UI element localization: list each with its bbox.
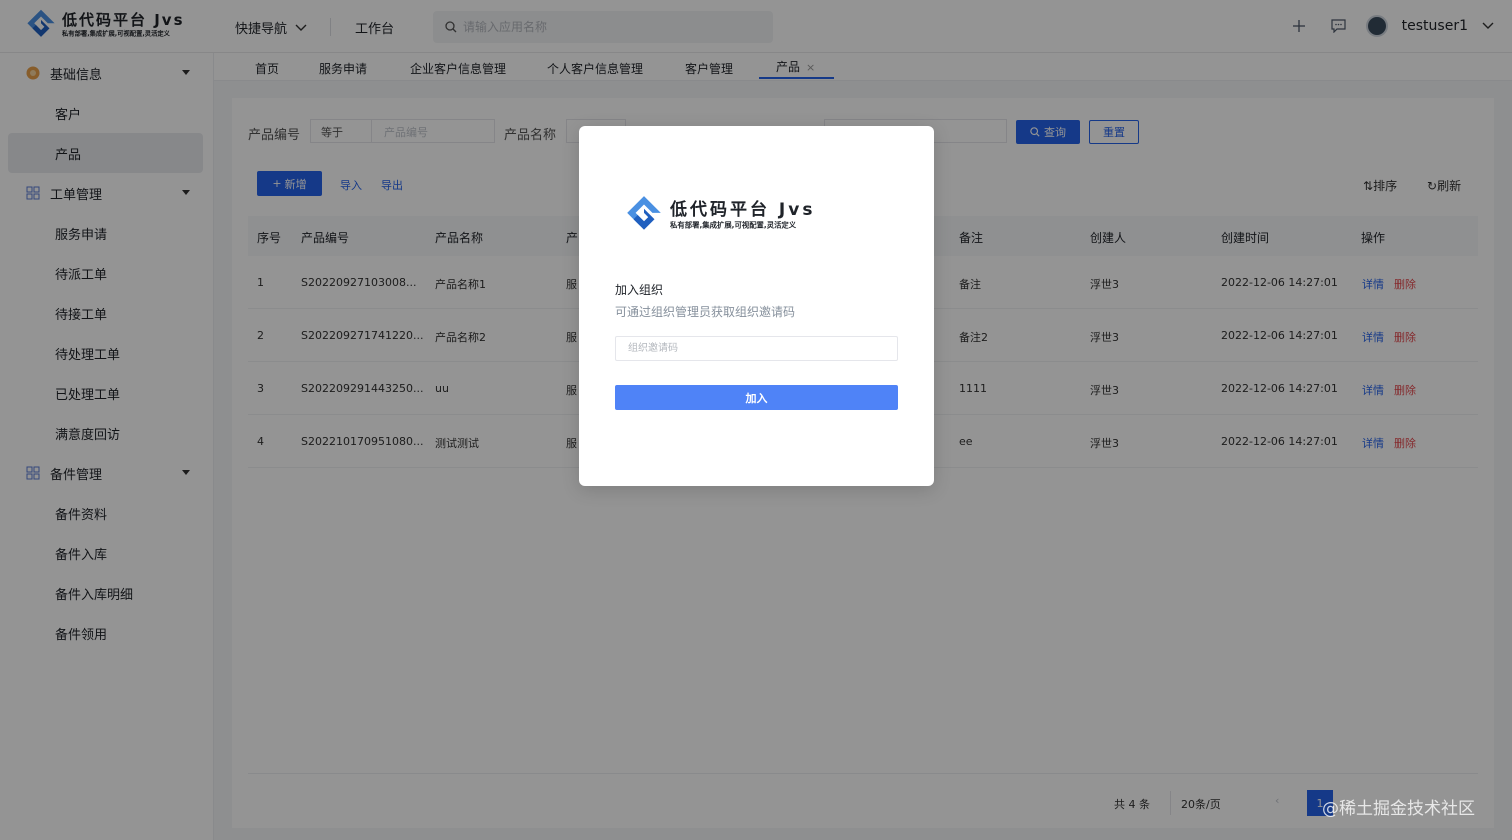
invite-code-input[interactable] <box>615 336 898 361</box>
dialog-logo-title: 低代码平台 Jvs <box>670 199 816 220</box>
dialog-description: 可通过组织管理员获取组织邀请码 <box>615 305 796 319</box>
watermark: @稀土掘金技术社区 <box>1322 799 1475 819</box>
join-button[interactable]: 加入 <box>615 385 898 410</box>
dialog-title: 加入组织 <box>615 283 664 297</box>
join-org-dialog: 低代码平台 Jvs 私有部署,集成扩展,可视配置,灵活定义 加入组织 可通过组织… <box>579 126 934 486</box>
logo-icon <box>627 196 661 230</box>
dialog-logo: 低代码平台 Jvs 私有部署,集成扩展,可视配置,灵活定义 <box>623 194 815 236</box>
dialog-logo-subtitle: 私有部署,集成扩展,可视配置,灵活定义 <box>670 220 797 229</box>
